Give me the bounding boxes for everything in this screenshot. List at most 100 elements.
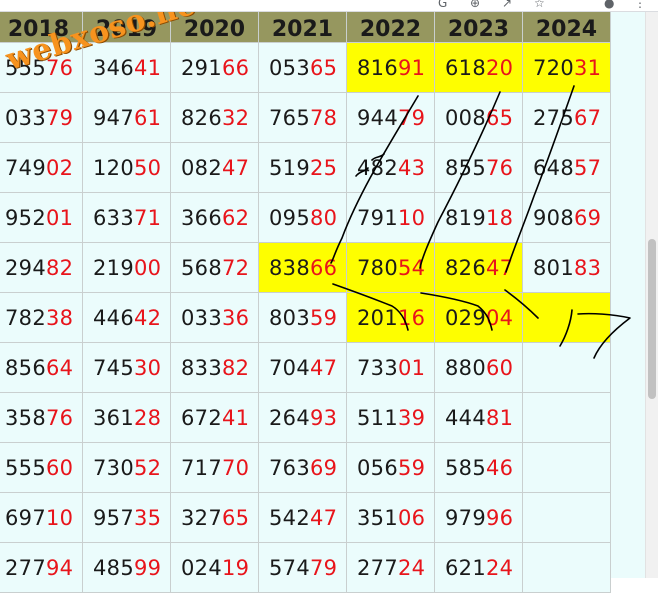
result-tail-digits: 20 bbox=[485, 55, 514, 80]
result-cell: 81691 bbox=[346, 42, 435, 93]
result-head-digits: 765 bbox=[269, 105, 310, 130]
result-cell: 20116 bbox=[346, 292, 435, 343]
result-cell: 57479 bbox=[258, 542, 347, 593]
result-head-digits: 944 bbox=[357, 105, 398, 130]
result-cell: 83382 bbox=[170, 342, 259, 393]
result-tail-digits: 96 bbox=[485, 505, 514, 530]
result-tail-digits: 10 bbox=[397, 205, 426, 230]
result-cell: 70447 bbox=[258, 342, 347, 393]
bookmark-star-icon[interactable]: ☆ bbox=[534, 0, 545, 10]
result-cell: 02419 bbox=[170, 542, 259, 593]
result-cell: 09580 bbox=[258, 192, 347, 243]
results-page: 2018 2019 2020 2021 2022 2023 2024 55576 34641 2… bbox=[0, 1, 658, 593]
result-tail-digits: 24 bbox=[397, 555, 426, 580]
result-tail-digits: 01 bbox=[397, 355, 426, 380]
result-tail-digits: 19 bbox=[221, 555, 250, 580]
result-cell: 76578 bbox=[258, 92, 347, 143]
result-cell: 21900 bbox=[82, 242, 171, 293]
menu-icon[interactable]: ⋮ bbox=[634, 0, 646, 10]
table-row: 95201 63371 36662 09580 79110 81918 90869 bbox=[0, 192, 611, 243]
result-cell: 05365 bbox=[258, 42, 347, 93]
zoom-icon[interactable]: ⊕ bbox=[470, 0, 480, 10]
result-head-digits: 053 bbox=[269, 55, 310, 80]
result-cell: 48243 bbox=[346, 142, 435, 193]
result-tail-digits: 59 bbox=[397, 455, 426, 480]
result-head-digits: 120 bbox=[93, 155, 134, 180]
result-cell: 94761 bbox=[82, 92, 171, 143]
result-head-digits: 704 bbox=[269, 355, 310, 380]
result-cell: 00865 bbox=[434, 92, 523, 143]
result-cell: 26493 bbox=[258, 392, 347, 443]
result-cell: 73301 bbox=[346, 342, 435, 393]
result-tail-digits: 65 bbox=[221, 505, 250, 530]
result-cell: 63371 bbox=[82, 192, 171, 243]
result-cell: 74902 bbox=[0, 142, 83, 193]
share-icon[interactable]: ↗ bbox=[502, 0, 512, 10]
result-cell: 61820 bbox=[434, 42, 523, 93]
result-cell: 55560 bbox=[0, 442, 83, 493]
result-tail-digits: 80 bbox=[309, 205, 338, 230]
result-tail-digits: 60 bbox=[45, 455, 74, 480]
result-head-digits: 555 bbox=[5, 455, 46, 480]
result-head-digits: 482 bbox=[357, 155, 398, 180]
result-head-digits: 264 bbox=[269, 405, 310, 430]
result-cell: 58546 bbox=[434, 442, 523, 493]
result-tail-digits: 99 bbox=[133, 555, 162, 580]
result-tail-digits: 76 bbox=[45, 405, 74, 430]
result-cell: 51139 bbox=[346, 392, 435, 443]
result-head-digits: 856 bbox=[5, 355, 46, 380]
result-cell: 27567 bbox=[522, 92, 611, 143]
result-tail-digits: 50 bbox=[133, 155, 162, 180]
result-tail-digits: 47 bbox=[309, 355, 338, 380]
result-head-digits: 485 bbox=[93, 555, 134, 580]
result-head-digits: 446 bbox=[93, 305, 134, 330]
result-cell: 79110 bbox=[346, 192, 435, 243]
result-head-digits: 730 bbox=[93, 455, 134, 480]
result-tail-digits: 61 bbox=[133, 105, 162, 130]
result-tail-digits: 16 bbox=[397, 305, 426, 330]
google-icon[interactable]: G bbox=[438, 0, 447, 10]
result-head-digits: 791 bbox=[357, 205, 398, 230]
result-cell: 35876 bbox=[0, 392, 83, 443]
result-tail-digits: 10 bbox=[45, 505, 74, 530]
result-cell: 08247 bbox=[170, 142, 259, 193]
result-tail-digits: 24 bbox=[485, 555, 514, 580]
result-head-digits: 366 bbox=[181, 205, 222, 230]
result-head-digits: 819 bbox=[445, 205, 486, 230]
result-head-digits: 327 bbox=[181, 505, 222, 530]
result-cell: 27724 bbox=[346, 542, 435, 593]
result-head-digits: 947 bbox=[93, 105, 134, 130]
result-tail-digits: 72 bbox=[221, 255, 250, 280]
result-cell: 29166 bbox=[170, 42, 259, 93]
result-head-digits: 346 bbox=[93, 55, 134, 80]
result-cell: 02904 bbox=[434, 292, 523, 343]
result-cell: 88060 bbox=[434, 342, 523, 393]
result-cell: 29482 bbox=[0, 242, 83, 293]
result-head-digits: 801 bbox=[533, 255, 574, 280]
result-cell: 82632 bbox=[170, 92, 259, 143]
result-head-digits: 219 bbox=[93, 255, 134, 280]
result-tail-digits: 94 bbox=[45, 555, 74, 580]
result-head-digits: 082 bbox=[181, 155, 222, 180]
table-row: 69710 95735 32765 54247 35106 97996 bbox=[0, 492, 611, 543]
result-cell: 80183 bbox=[522, 242, 611, 293]
vertical-scrollbar[interactable] bbox=[645, 11, 658, 578]
result-tail-digits: 47 bbox=[485, 255, 514, 280]
result-tail-digits: 66 bbox=[221, 55, 250, 80]
result-tail-digits: 42 bbox=[133, 305, 162, 330]
result-tail-digits: 59 bbox=[309, 305, 338, 330]
result-tail-digits: 52 bbox=[133, 455, 162, 480]
result-tail-digits: 46 bbox=[485, 455, 514, 480]
result-head-digits: 029 bbox=[445, 305, 486, 330]
result-cell: 82647 bbox=[434, 242, 523, 293]
result-head-digits: 697 bbox=[5, 505, 46, 530]
result-tail-digits: 83 bbox=[573, 255, 602, 280]
result-cell: 36662 bbox=[170, 192, 259, 243]
result-tail-digits: 28 bbox=[133, 405, 162, 430]
table-row: 55560 73052 71770 76369 05659 58546 bbox=[0, 442, 611, 493]
result-tail-digits: 79 bbox=[45, 105, 74, 130]
profile-icon[interactable]: ● bbox=[604, 0, 614, 10]
result-head-digits: 717 bbox=[181, 455, 222, 480]
result-head-digits: 358 bbox=[5, 405, 46, 430]
scrollbar-thumb[interactable] bbox=[648, 239, 656, 399]
